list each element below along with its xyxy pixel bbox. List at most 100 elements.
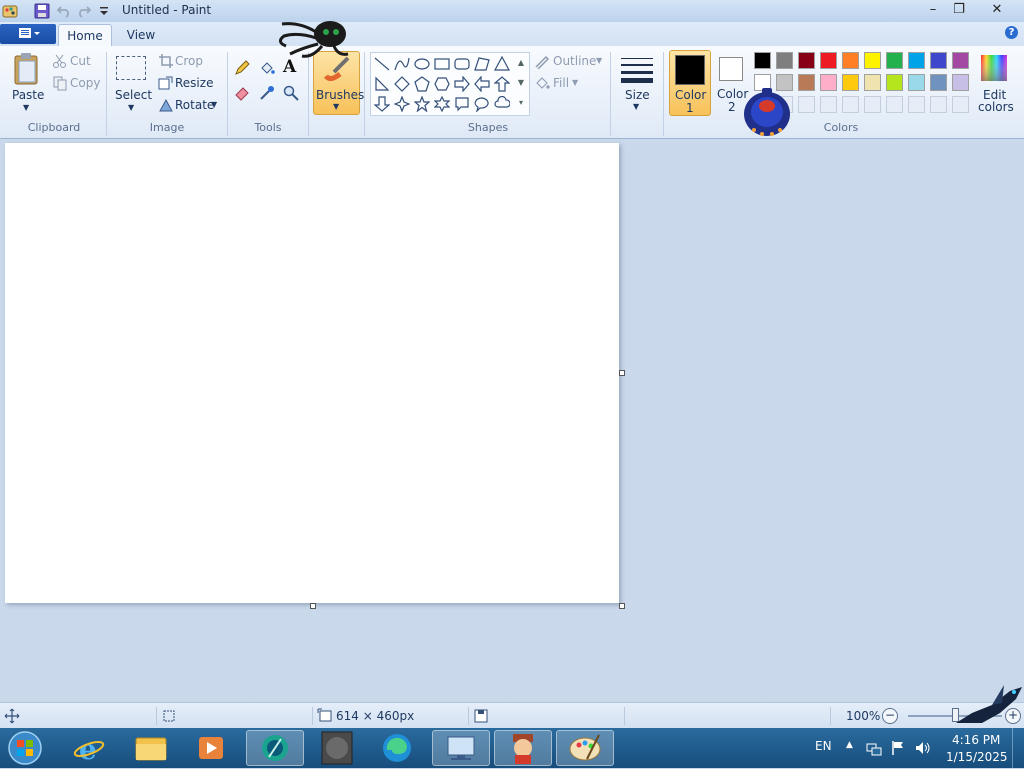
palette-swatch[interactable] <box>864 74 881 91</box>
start-button-icon[interactable] <box>5 730 45 766</box>
cloud-callout-shape-icon[interactable] <box>494 96 510 112</box>
help-icon[interactable]: ? <box>1005 26 1018 39</box>
palette-swatch[interactable] <box>754 52 771 69</box>
undo-icon[interactable] <box>56 3 72 19</box>
size-button[interactable]: Size ▼ <box>616 52 658 114</box>
paste-dropdown-icon[interactable]: ▼ <box>23 103 29 112</box>
color-picker-icon[interactable] <box>259 85 275 101</box>
right-triangle-shape-icon[interactable] <box>374 76 390 92</box>
zoom-out-button[interactable]: − <box>882 708 898 724</box>
clock-date[interactable]: 1/15/2025 <box>946 750 1008 764</box>
oval-shape-icon[interactable] <box>414 56 430 72</box>
curve-shape-icon[interactable] <box>394 56 410 72</box>
taskbar-media-player[interactable] <box>184 730 238 766</box>
show-desktop-button[interactable] <box>1012 728 1024 768</box>
select-dropdown-icon[interactable]: ▼ <box>128 103 134 112</box>
shapes-scroll-down-button[interactable]: ▼ <box>515 74 527 92</box>
hexagon-shape-icon[interactable] <box>434 76 450 92</box>
down-arrow-shape-icon[interactable] <box>374 96 390 112</box>
oval-callout-shape-icon[interactable] <box>474 96 490 112</box>
action-center-flag-icon[interactable] <box>890 740 906 756</box>
tab-home[interactable]: Home <box>58 24 112 47</box>
palette-swatch[interactable] <box>886 74 903 91</box>
taskbar-app-teal[interactable] <box>246 730 304 766</box>
custom-color-slot[interactable] <box>908 96 925 113</box>
language-indicator[interactable]: EN <box>815 739 832 753</box>
palette-swatch[interactable] <box>820 52 837 69</box>
six-point-star-shape-icon[interactable] <box>434 96 450 112</box>
taskbar-character-app[interactable] <box>494 730 552 766</box>
rounded-callout-shape-icon[interactable] <box>454 96 470 112</box>
palette-swatch[interactable] <box>798 74 815 91</box>
redo-icon[interactable] <box>76 3 92 19</box>
resize-button[interactable]: Resize <box>158 75 222 93</box>
network-icon[interactable] <box>866 741 882 757</box>
custom-color-slot[interactable] <box>864 96 881 113</box>
drawing-canvas[interactable] <box>5 143 619 603</box>
rectangle-shape-icon[interactable] <box>434 56 450 72</box>
taskbar-remote-desktop[interactable] <box>432 730 490 766</box>
taskbar-win50-app[interactable] <box>310 730 364 766</box>
maximize-button[interactable]: ❐ <box>944 0 974 20</box>
custom-color-slot[interactable] <box>820 96 837 113</box>
polygon-shape-icon[interactable] <box>474 56 490 72</box>
diamond-shape-icon[interactable] <box>394 76 410 92</box>
fill-button[interactable]: Fill ▼ <box>534 75 594 93</box>
palette-swatch[interactable] <box>908 74 925 91</box>
palette-swatch[interactable] <box>908 52 925 69</box>
taskbar-paint[interactable] <box>556 730 614 766</box>
tab-view[interactable]: View <box>118 24 164 46</box>
custom-color-slot[interactable] <box>930 96 947 113</box>
palette-swatch[interactable] <box>930 74 947 91</box>
up-arrow-shape-icon[interactable] <box>494 76 510 92</box>
rotate-button[interactable]: Rotate ▼ <box>158 97 222 115</box>
shapes-scroll-up-button[interactable]: ▲ <box>515 54 527 72</box>
brushes-dropdown-icon[interactable]: ▼ <box>333 102 339 111</box>
rounded-rectangle-shape-icon[interactable] <box>454 56 470 72</box>
palette-swatch[interactable] <box>842 52 859 69</box>
select-button[interactable]: Select ▼ <box>112 54 152 116</box>
edit-colors-button[interactable]: Edit colors <box>975 50 1015 116</box>
crop-button[interactable]: Crop <box>158 53 218 71</box>
palette-swatch[interactable] <box>886 52 903 69</box>
taskbar-file-explorer[interactable] <box>124 730 178 766</box>
palette-swatch[interactable] <box>798 52 815 69</box>
close-button[interactable]: ✕ <box>982 0 1012 20</box>
cut-button[interactable]: Cut <box>52 53 102 71</box>
taskbar-internet-explorer[interactable]: e <box>62 730 116 766</box>
magnifier-icon[interactable] <box>283 85 299 101</box>
left-arrow-shape-icon[interactable] <box>474 76 490 92</box>
volume-icon[interactable] <box>914 740 932 756</box>
custom-color-slot[interactable] <box>842 96 859 113</box>
four-point-star-shape-icon[interactable] <box>394 96 410 112</box>
canvas-resize-handle-corner[interactable] <box>619 603 625 609</box>
custom-color-slot[interactable] <box>886 96 903 113</box>
color1-button[interactable]: Color 1 <box>669 50 711 116</box>
paste-button[interactable]: Paste ▼ <box>8 52 48 116</box>
clock-time[interactable]: 4:16 PM <box>952 733 1000 747</box>
palette-swatch[interactable] <box>864 52 881 69</box>
custom-color-slot[interactable] <box>952 96 969 113</box>
copy-button[interactable]: Copy <box>52 75 102 93</box>
text-tool-icon[interactable]: A <box>283 57 296 77</box>
palette-swatch[interactable] <box>820 74 837 91</box>
fill-bucket-icon[interactable] <box>259 60 275 76</box>
canvas-resize-handle-bottom[interactable] <box>310 603 316 609</box>
line-shape-icon[interactable] <box>374 56 390 72</box>
right-arrow-shape-icon[interactable] <box>454 76 470 92</box>
taskbar-edge[interactable] <box>370 730 424 766</box>
five-point-star-shape-icon[interactable] <box>414 96 430 112</box>
show-hidden-icons-icon[interactable]: ▲ <box>846 740 853 750</box>
save-icon[interactable] <box>34 3 50 19</box>
palette-swatch[interactable] <box>952 74 969 91</box>
shapes-expand-button[interactable]: ▾ <box>515 94 527 112</box>
palette-swatch[interactable] <box>776 52 793 69</box>
canvas-resize-handle-right[interactable] <box>619 370 625 376</box>
brushes-button[interactable]: Brushes ▼ <box>313 51 364 115</box>
palette-swatch[interactable] <box>930 52 947 69</box>
size-dropdown-icon[interactable]: ▼ <box>633 102 639 111</box>
paint-menu-button[interactable] <box>0 24 56 44</box>
palette-swatch[interactable] <box>842 74 859 91</box>
custom-color-slot[interactable] <box>798 96 815 113</box>
palette-swatch[interactable] <box>952 52 969 69</box>
